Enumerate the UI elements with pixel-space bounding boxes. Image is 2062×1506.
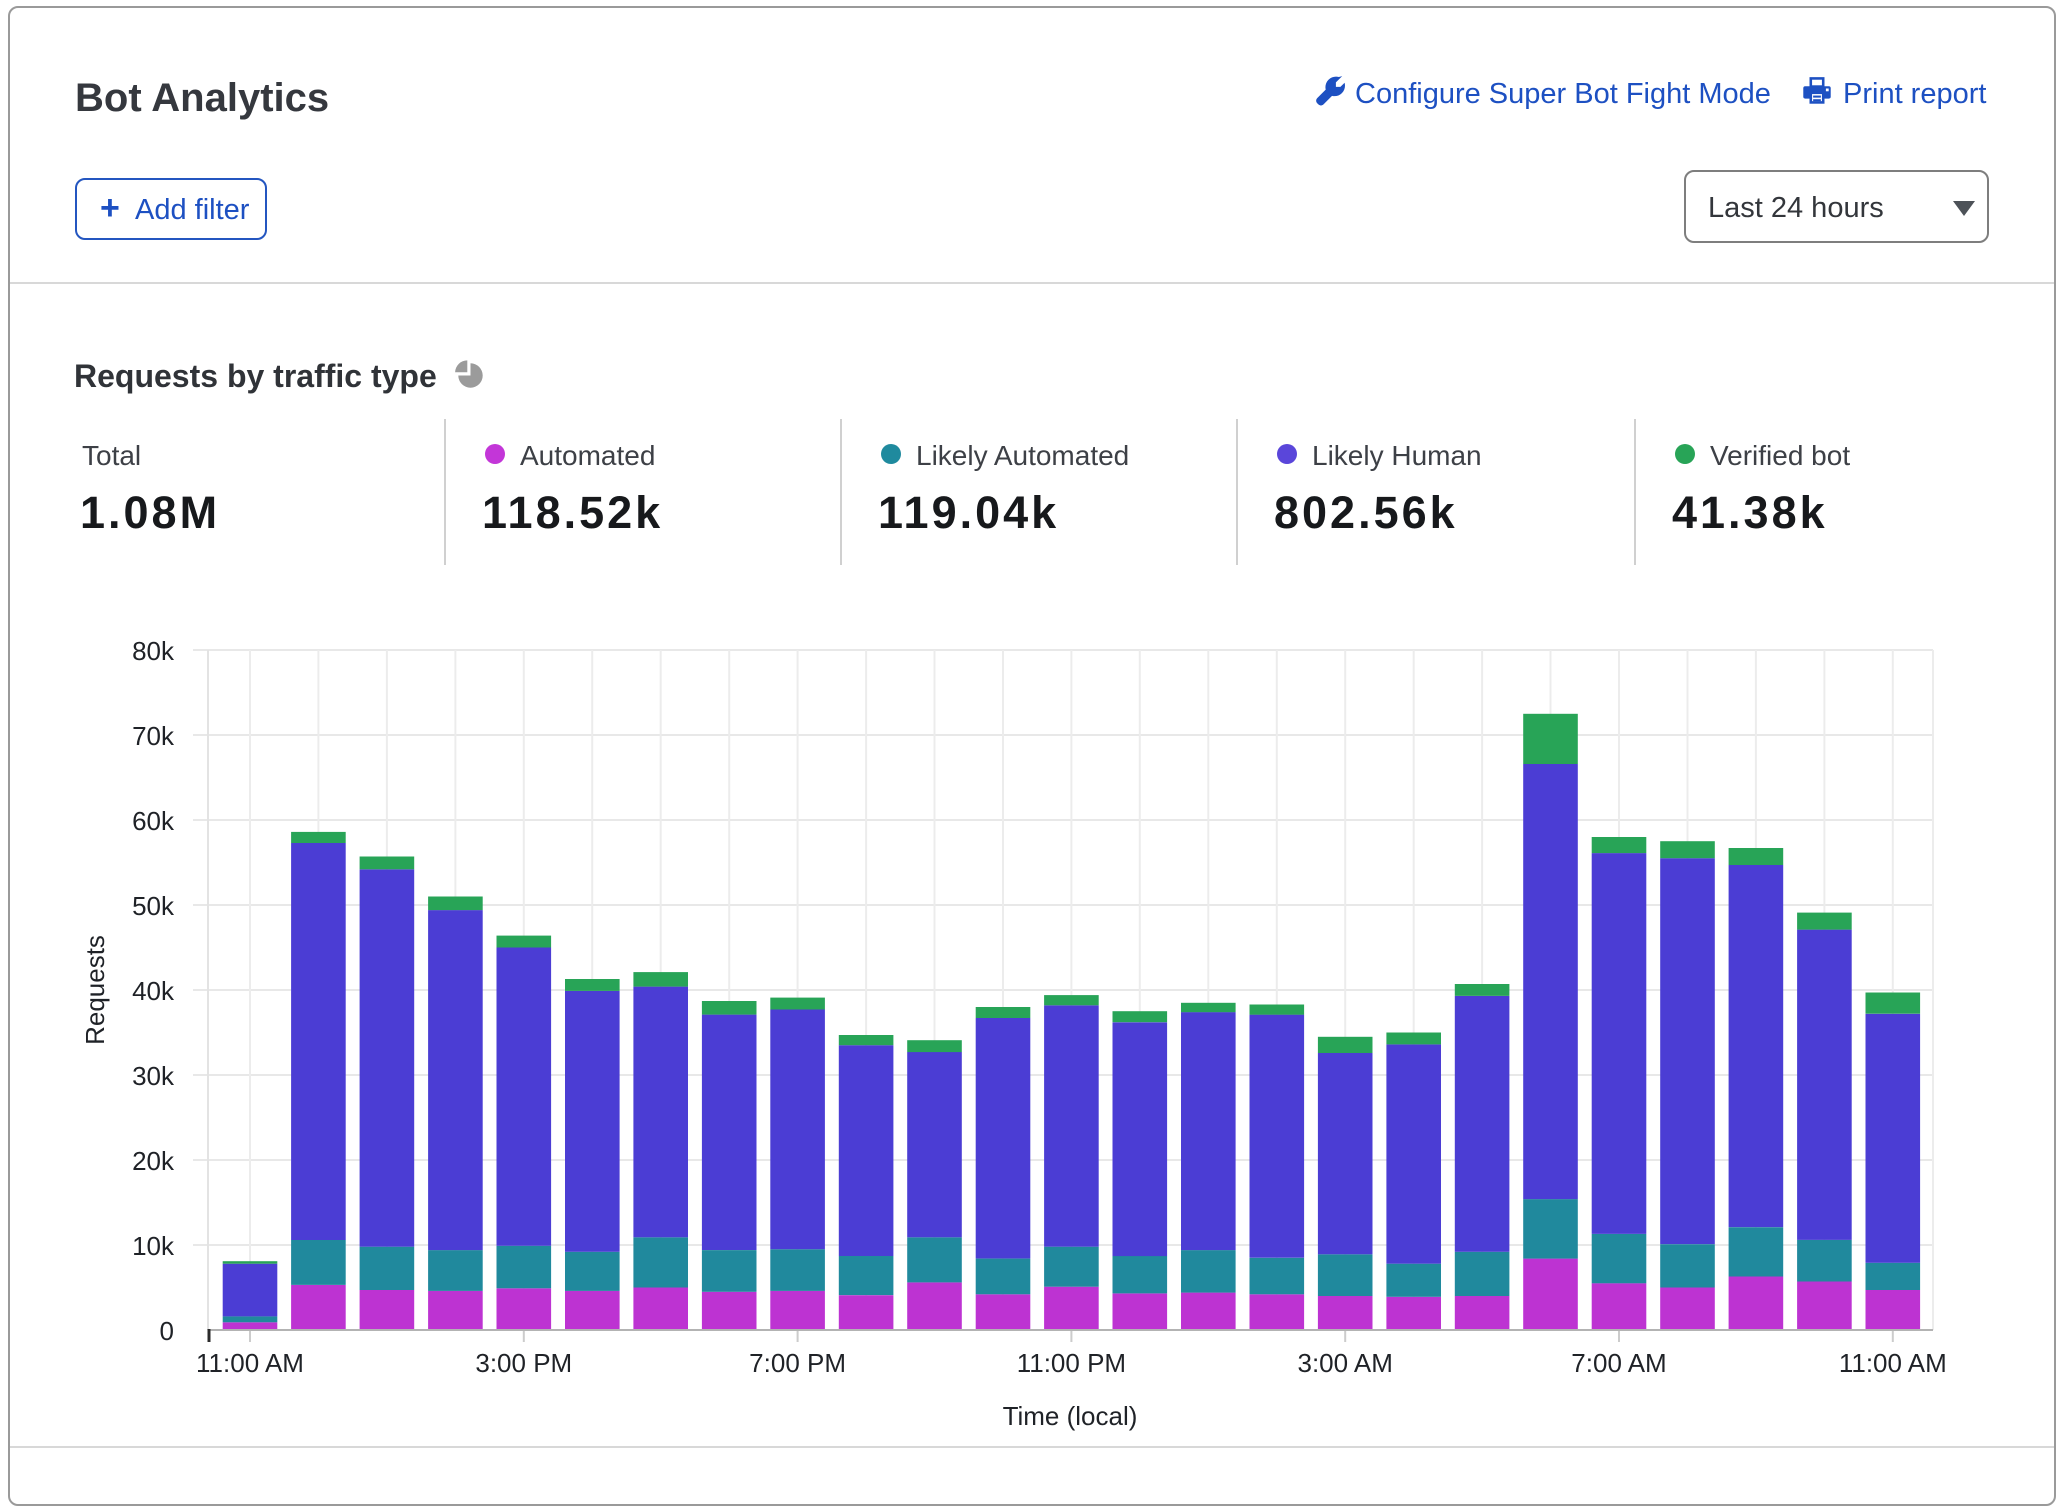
svg-text:0: 0 — [160, 1316, 174, 1346]
svg-text:80k: 80k — [132, 636, 175, 666]
svg-text:7:00 AM: 7:00 AM — [1571, 1348, 1666, 1378]
svg-text:7:00 PM: 7:00 PM — [749, 1348, 846, 1378]
svg-text:Requests: Requests — [80, 935, 110, 1045]
svg-text:20k: 20k — [132, 1146, 175, 1176]
svg-text:11:00 AM: 11:00 AM — [1839, 1348, 1947, 1378]
svg-text:3:00 AM: 3:00 AM — [1297, 1348, 1392, 1378]
svg-text:40k: 40k — [132, 976, 175, 1006]
svg-text:11:00 AM: 11:00 AM — [196, 1348, 304, 1378]
svg-text:11:00 PM: 11:00 PM — [1017, 1348, 1126, 1378]
svg-text:30k: 30k — [132, 1061, 175, 1091]
svg-text:60k: 60k — [132, 806, 175, 836]
svg-text:10k: 10k — [132, 1231, 175, 1261]
svg-text:50k: 50k — [132, 891, 175, 921]
svg-text:Time (local): Time (local) — [1003, 1401, 1138, 1431]
svg-text:70k: 70k — [132, 721, 175, 751]
svg-text:3:00 PM: 3:00 PM — [475, 1348, 572, 1378]
